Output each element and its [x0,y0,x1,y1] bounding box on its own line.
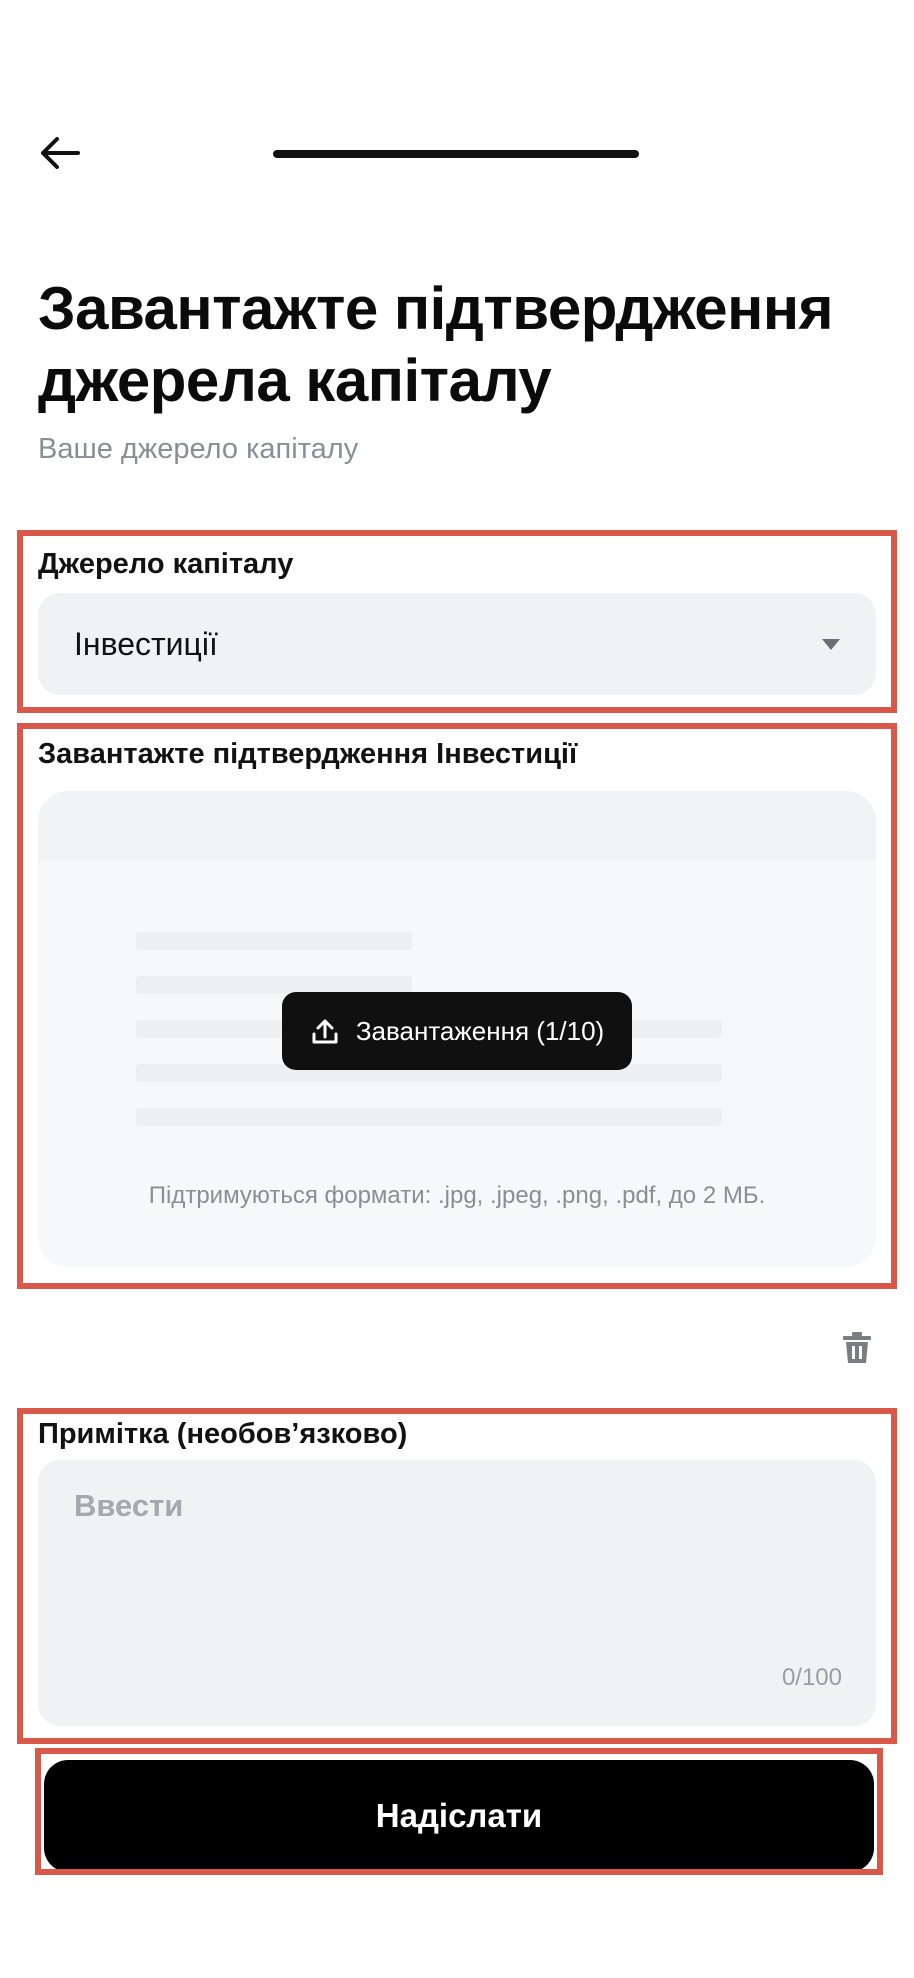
note-field: 0/100 [38,1460,876,1726]
source-field-label: Джерело капіталу [38,548,294,580]
note-label: Примітка (необов’язково) [38,1418,408,1450]
page-subtitle: Ваше джерело капіталу [38,433,359,465]
note-input[interactable] [38,1460,876,1726]
delete-button[interactable] [836,1326,878,1370]
back-button[interactable] [30,128,90,178]
skeleton-line [136,932,412,950]
upload-preview-header [38,791,876,861]
upload-button[interactable]: Завантаження (1/10) [282,992,632,1070]
page-title: Завантажте підтвердження джерела капітал… [38,275,834,414]
upload-icon [312,1019,338,1044]
note-char-counter: 0/100 [781,1664,842,1691]
progress-bar [273,150,639,158]
formats-note: Підтримуються формати: .jpg, .jpeg, .png… [148,1182,766,1209]
skeleton-line [136,1108,722,1126]
source-select-value: Інвестиції [74,625,218,662]
trash-icon [843,1332,871,1363]
arrow-left-icon [41,137,80,169]
upload-label: Завантажте підтвердження Інвестиції [38,738,578,770]
caret-down-icon [822,638,840,650]
submit-button[interactable]: Надіслати [44,1760,874,1872]
source-select[interactable]: Інвестиції [38,593,876,695]
upload-button-label: Завантаження (1/10) [355,1015,605,1046]
